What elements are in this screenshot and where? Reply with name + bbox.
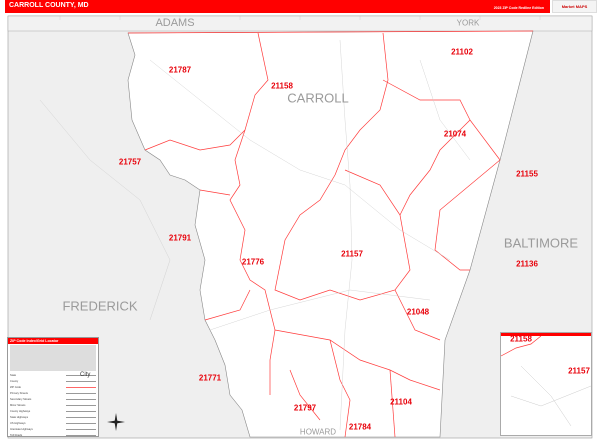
zip-index-table [10, 345, 96, 371]
inset-map-canvas [501, 336, 592, 427]
zip-label: 21102 [451, 47, 473, 57]
inset-zip-label: 21157 [568, 366, 590, 376]
region-label-frederick: FREDERICK [62, 298, 138, 314]
zip-label: 21155 [516, 169, 538, 179]
region-label-carroll: CARROLL [287, 90, 349, 106]
zip-label: 21158 [271, 81, 293, 91]
zip-label: 21104 [390, 397, 412, 407]
inset-zip-label: 21158 [510, 334, 532, 344]
zip-label: 21757 [118, 157, 142, 167]
legend-item: Toll Roads [8, 432, 98, 438]
zip-label: 21157 [341, 249, 363, 259]
zip-label: 21797 [293, 403, 317, 413]
zip-label: 21048 [406, 307, 430, 317]
zip-label: 21787 [168, 65, 192, 75]
zip-label: 21791 [168, 233, 192, 243]
region-label-york: YORK [456, 18, 480, 28]
legend-title: ZIP Code Index/Grid Locator [8, 338, 98, 344]
map-legend: ZIP Code Index/Grid Locator State County… [7, 337, 99, 437]
zip-label: 21136 [516, 259, 538, 269]
region-label-baltimore: BALTIMORE [503, 235, 579, 251]
region-label-adams: ADAMS [155, 17, 195, 29]
zip-label: 21074 [443, 129, 467, 139]
region-label-howard: HOWARD [299, 427, 337, 437]
zip-label: 21771 [198, 373, 222, 383]
legend-city-sample: City [80, 372, 91, 378]
zip-label: 21784 [348, 422, 372, 432]
inset-map: 21158 21157 [500, 332, 592, 436]
zip-label: 21776 [241, 257, 265, 267]
